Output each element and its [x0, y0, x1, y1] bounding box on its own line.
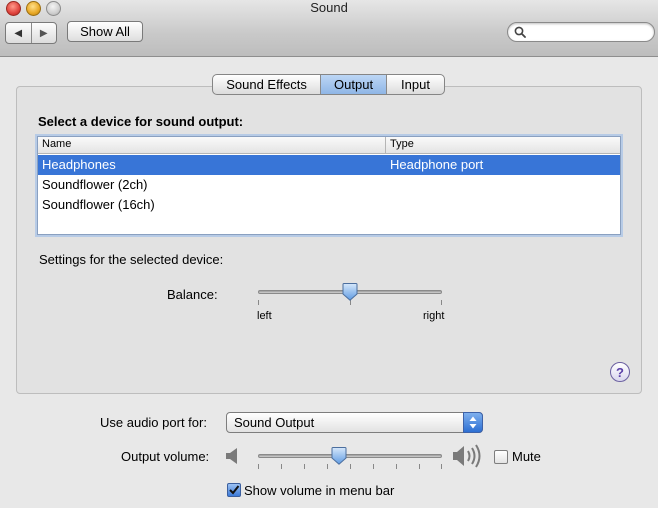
popup-arrows-icon [463, 412, 483, 433]
back-arrow-icon: ◀ [14, 27, 23, 39]
device-name: Headphones [42, 157, 116, 172]
balance-left-label: left [257, 310, 272, 322]
show-volume-checkbox[interactable] [227, 483, 241, 497]
mute-checkbox[interactable] [494, 450, 508, 464]
device-name: Soundflower (16ch) [42, 197, 155, 212]
checkmark-icon [229, 485, 240, 495]
audio-port-value: Sound Output [234, 415, 315, 430]
volume-low-icon [226, 448, 237, 464]
show-all-button[interactable]: Show All [67, 21, 143, 42]
search-field[interactable] [507, 22, 655, 42]
tab-sound-effects[interactable]: Sound Effects [213, 75, 322, 94]
table-row[interactable]: Soundflower (16ch) [38, 195, 620, 215]
settings-label: Settings for the selected device: [39, 252, 224, 267]
back-forward-control: ◀ ▶ [5, 22, 57, 44]
device-name: Soundflower (2ch) [42, 177, 148, 192]
column-header-name[interactable]: Name [42, 138, 71, 150]
forward-arrow-icon: ▶ [39, 27, 48, 39]
device-table[interactable]: Name Type Headphones Headphone port Soun… [37, 136, 621, 235]
search-input[interactable] [530, 24, 652, 42]
window-titlebar: Sound ◀ ▶ Show All [0, 0, 658, 57]
table-header: Name Type [38, 137, 620, 154]
balance-slider-knob[interactable] [342, 283, 358, 301]
balance-label: Balance: [167, 287, 218, 302]
volume-high-icon [453, 444, 481, 468]
volume-slider-knob[interactable] [331, 447, 347, 465]
table-row[interactable]: Headphones Headphone port [38, 155, 620, 175]
question-mark-icon: ? [616, 364, 624, 380]
balance-right-label: right [423, 310, 445, 322]
audio-port-popup[interactable]: Sound Output [226, 412, 483, 433]
tab-output[interactable]: Output [321, 75, 387, 94]
search-icon [514, 26, 526, 38]
tab-input[interactable]: Input [387, 75, 444, 94]
forward-button[interactable]: ▶ [32, 23, 57, 43]
mute-label: Mute [512, 449, 541, 464]
audio-port-label: Use audio port for: [100, 415, 207, 430]
help-button[interactable]: ? [610, 362, 630, 382]
preference-tabs: Sound Effects Output Input [212, 74, 445, 95]
device-type: Headphone port [390, 157, 484, 172]
show-volume-label: Show volume in menu bar [244, 483, 395, 498]
window-title: Sound [310, 0, 348, 15]
table-row[interactable]: Soundflower (2ch) [38, 175, 620, 195]
column-header-type[interactable]: Type [390, 138, 414, 150]
back-button[interactable]: ◀ [6, 23, 32, 43]
volume-track[interactable] [258, 454, 442, 458]
device-section-title: Select a device for sound output: [38, 114, 244, 129]
output-volume-label: Output volume: [121, 449, 210, 464]
output-panel [16, 86, 642, 394]
